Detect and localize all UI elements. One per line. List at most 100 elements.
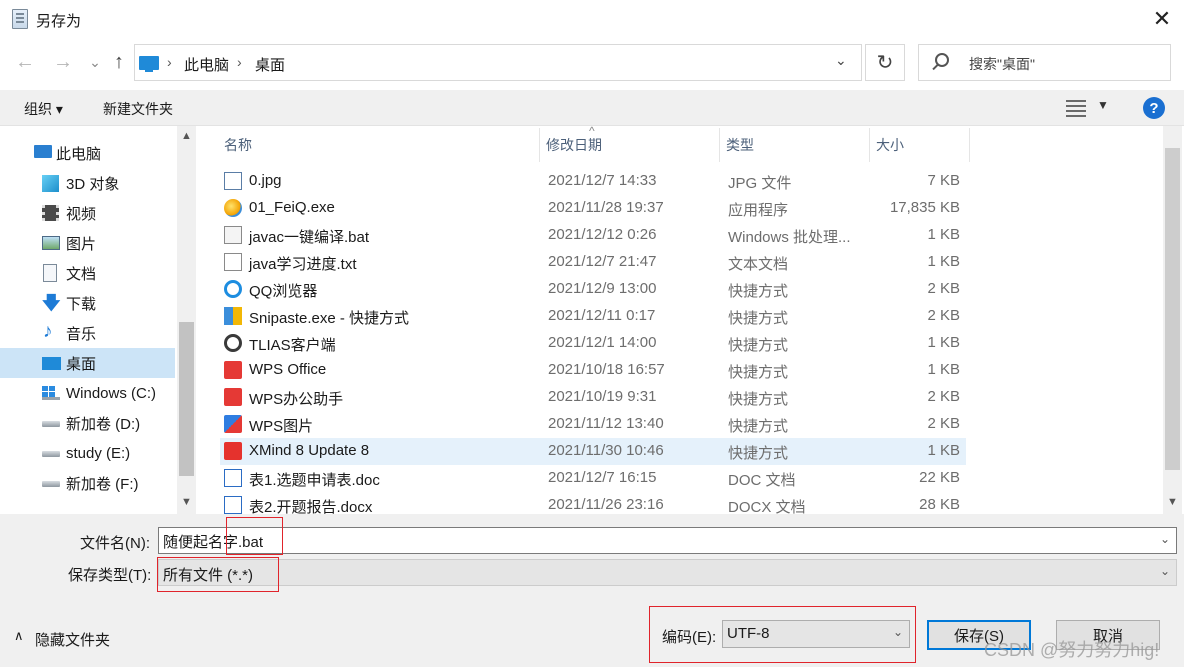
- view-options-icon[interactable]: [1066, 100, 1086, 117]
- breadcrumb-this-pc[interactable]: 此电脑: [184, 54, 229, 75]
- chevron-down-icon[interactable]: ⌄: [835, 52, 847, 69]
- file-type: 快捷方式: [728, 445, 789, 462]
- file-name: WPS图片: [249, 418, 314, 435]
- file-row[interactable]: javac一键编译.bat 2021/12/12 0:26 Windows 批处理.…: [220, 222, 966, 249]
- file-date: 2021/12/11 0:17: [548, 307, 656, 324]
- file-size: 7 KB: [927, 172, 960, 189]
- annotation-box-encoding: [649, 606, 916, 663]
- wps-picture-icon: [224, 415, 242, 433]
- wps-icon: [224, 388, 242, 406]
- file-row[interactable]: Snipaste.exe - 快捷方式 2021/12/11 0:17 快捷方式 2 …: [220, 303, 966, 330]
- address-bar[interactable]: › 此电脑 › 桌面 ⌄: [134, 44, 862, 81]
- hide-folders-toggle[interactable]: 隐藏文件夹: [35, 629, 110, 650]
- jpg-file-icon: [224, 172, 242, 190]
- column-date[interactable]: 修改日期: [540, 128, 720, 162]
- file-name: 表1.选题申请表.doc: [249, 472, 380, 489]
- view-dropdown-icon[interactable]: ▼: [1097, 98, 1109, 112]
- nav-item-videos[interactable]: 视频: [0, 198, 175, 228]
- filetype-label: 保存类型(T):: [68, 567, 152, 584]
- txt-file-icon: [224, 253, 242, 271]
- nav-scrollbar-thumb[interactable]: [179, 322, 194, 476]
- file-size: 1 KB: [927, 334, 960, 351]
- nav-item-drive-f[interactable]: 新加卷 (F:): [0, 468, 175, 498]
- music-icon: ♪: [43, 321, 53, 342]
- filetype-select[interactable]: 所有文件 (*.*) ⌄: [158, 559, 1177, 586]
- chevron-down-icon[interactable]: ⌄: [1160, 532, 1170, 546]
- scroll-down-arrow[interactable]: ▼: [1167, 496, 1178, 508]
- file-date: 2021/11/12 13:40: [548, 415, 664, 432]
- file-date: 2021/12/12 0:26: [548, 226, 657, 243]
- file-row[interactable]: WPS Office 2021/10/18 16:57 快捷方式 1 KB: [220, 357, 966, 384]
- organize-button[interactable]: 组织 ▾: [24, 99, 63, 119]
- nav-item-drive-c[interactable]: Windows (C:): [0, 378, 175, 408]
- file-row[interactable]: java学习进度.txt 2021/12/7 21:47 文本文档 1 KB: [220, 249, 966, 276]
- up-button[interactable]: ↑: [104, 48, 134, 76]
- doc-file-icon: [224, 469, 242, 487]
- picture-icon: [42, 236, 60, 250]
- command-bar: 组织 ▾ 新建文件夹 ▼: [0, 90, 1184, 126]
- breadcrumb-separator: ›: [167, 54, 172, 70]
- computer-icon: [139, 56, 159, 72]
- file-row[interactable]: 01_FeiQ.exe 2021/11/28 19:37 应用程序 17,835 KB: [220, 195, 966, 222]
- column-name[interactable]: 名称: [218, 128, 540, 162]
- column-type[interactable]: 类型: [720, 128, 870, 162]
- notepad-icon: [12, 9, 28, 29]
- file-size: 1 KB: [927, 253, 960, 270]
- file-row[interactable]: XMind 8 Update 8 2021/11/30 10:46 快捷方式 1 KB: [220, 438, 966, 465]
- file-type: 应用程序: [728, 202, 789, 219]
- breadcrumb-separator: ›: [237, 54, 242, 70]
- refresh-button[interactable]: ↻: [865, 44, 905, 81]
- file-row[interactable]: 0.jpg 2021/12/7 14:33 JPG 文件 7 KB: [220, 168, 966, 195]
- tlias-icon: [224, 334, 242, 352]
- close-button[interactable]: ✕: [1140, 0, 1184, 38]
- search-input[interactable]: 搜索"桌面": [918, 44, 1171, 81]
- drive-icon: [42, 421, 60, 427]
- file-date: 2021/12/7 21:47: [548, 253, 657, 270]
- file-row[interactable]: QQ浏览器 2021/12/9 13:00 快捷方式 2 KB: [220, 276, 966, 303]
- drive-icon: [42, 481, 60, 487]
- forward-button[interactable]: →: [48, 48, 78, 76]
- nav-item-3d-objects[interactable]: 3D 对象: [0, 168, 175, 198]
- nav-item-pictures[interactable]: 图片: [0, 228, 175, 258]
- file-type: 快捷方式: [728, 391, 789, 408]
- file-row[interactable]: TLIAS客户端 2021/12/1 14:00 快捷方式 1 KB: [220, 330, 966, 357]
- chevron-down-icon[interactable]: ⌄: [1160, 564, 1170, 578]
- file-row[interactable]: WPS办公助手 2021/10/19 9:31 快捷方式 2 KB: [220, 384, 966, 411]
- column-size[interactable]: 大小: [870, 128, 970, 162]
- qq-browser-icon: [224, 280, 242, 298]
- breadcrumb-desktop[interactable]: 桌面: [255, 54, 285, 75]
- file-name: java学习进度.txt: [249, 256, 357, 273]
- annotation-box-filetype: [157, 557, 279, 592]
- back-button[interactable]: ←: [10, 48, 40, 76]
- list-scrollbar[interactable]: ▼: [1163, 126, 1182, 514]
- chevron-up-icon[interactable]: ∧: [14, 628, 24, 644]
- drive-icon: [42, 451, 60, 457]
- window-title: 另存为: [36, 13, 82, 30]
- nav-item-drive-e[interactable]: study (E:): [0, 438, 175, 468]
- nav-scrollbar[interactable]: ▲ ▼: [177, 126, 196, 514]
- watermark: CSDN @努力努力hig!: [984, 640, 1160, 660]
- navigation-pane: 此电脑 3D 对象 视频 图片 文档 🡇 下载 ♪ 音乐 桌面 Windows …: [0, 126, 196, 514]
- file-size: 2 KB: [927, 415, 960, 432]
- help-button[interactable]: ?: [1143, 97, 1165, 119]
- nav-item-documents[interactable]: 文档: [0, 258, 175, 288]
- file-row[interactable]: 表1.选题申请表.doc 2021/12/7 16:15 DOC 文档 22 KB: [220, 465, 966, 492]
- file-date: 2021/10/18 16:57: [548, 361, 665, 378]
- nav-item-downloads[interactable]: 🡇 下载: [0, 288, 175, 318]
- filename-input[interactable]: 随便起名字.bat ⌄: [158, 527, 1177, 554]
- file-name: 0.jpg: [249, 172, 282, 189]
- nav-item-music[interactable]: ♪ 音乐: [0, 318, 175, 348]
- column-header: 名称 ^ 修改日期 类型 大小: [218, 124, 970, 162]
- computer-icon: [34, 145, 52, 158]
- file-row[interactable]: WPS图片 2021/11/12 13:40 快捷方式 2 KB: [220, 411, 966, 438]
- annotation-box-extension: [226, 517, 283, 555]
- file-type: 文本文档: [728, 256, 789, 273]
- scroll-up-arrow[interactable]: ▲: [181, 130, 192, 142]
- scroll-down-arrow[interactable]: ▼: [181, 496, 192, 508]
- nav-item-drive-d[interactable]: 新加卷 (D:): [0, 408, 175, 438]
- nav-item-this-pc[interactable]: 此电脑: [0, 138, 175, 168]
- docx-file-icon: [224, 496, 242, 514]
- list-scrollbar-thumb[interactable]: [1165, 148, 1180, 470]
- nav-item-desktop[interactable]: 桌面: [0, 348, 175, 378]
- new-folder-button[interactable]: 新建文件夹: [103, 99, 173, 119]
